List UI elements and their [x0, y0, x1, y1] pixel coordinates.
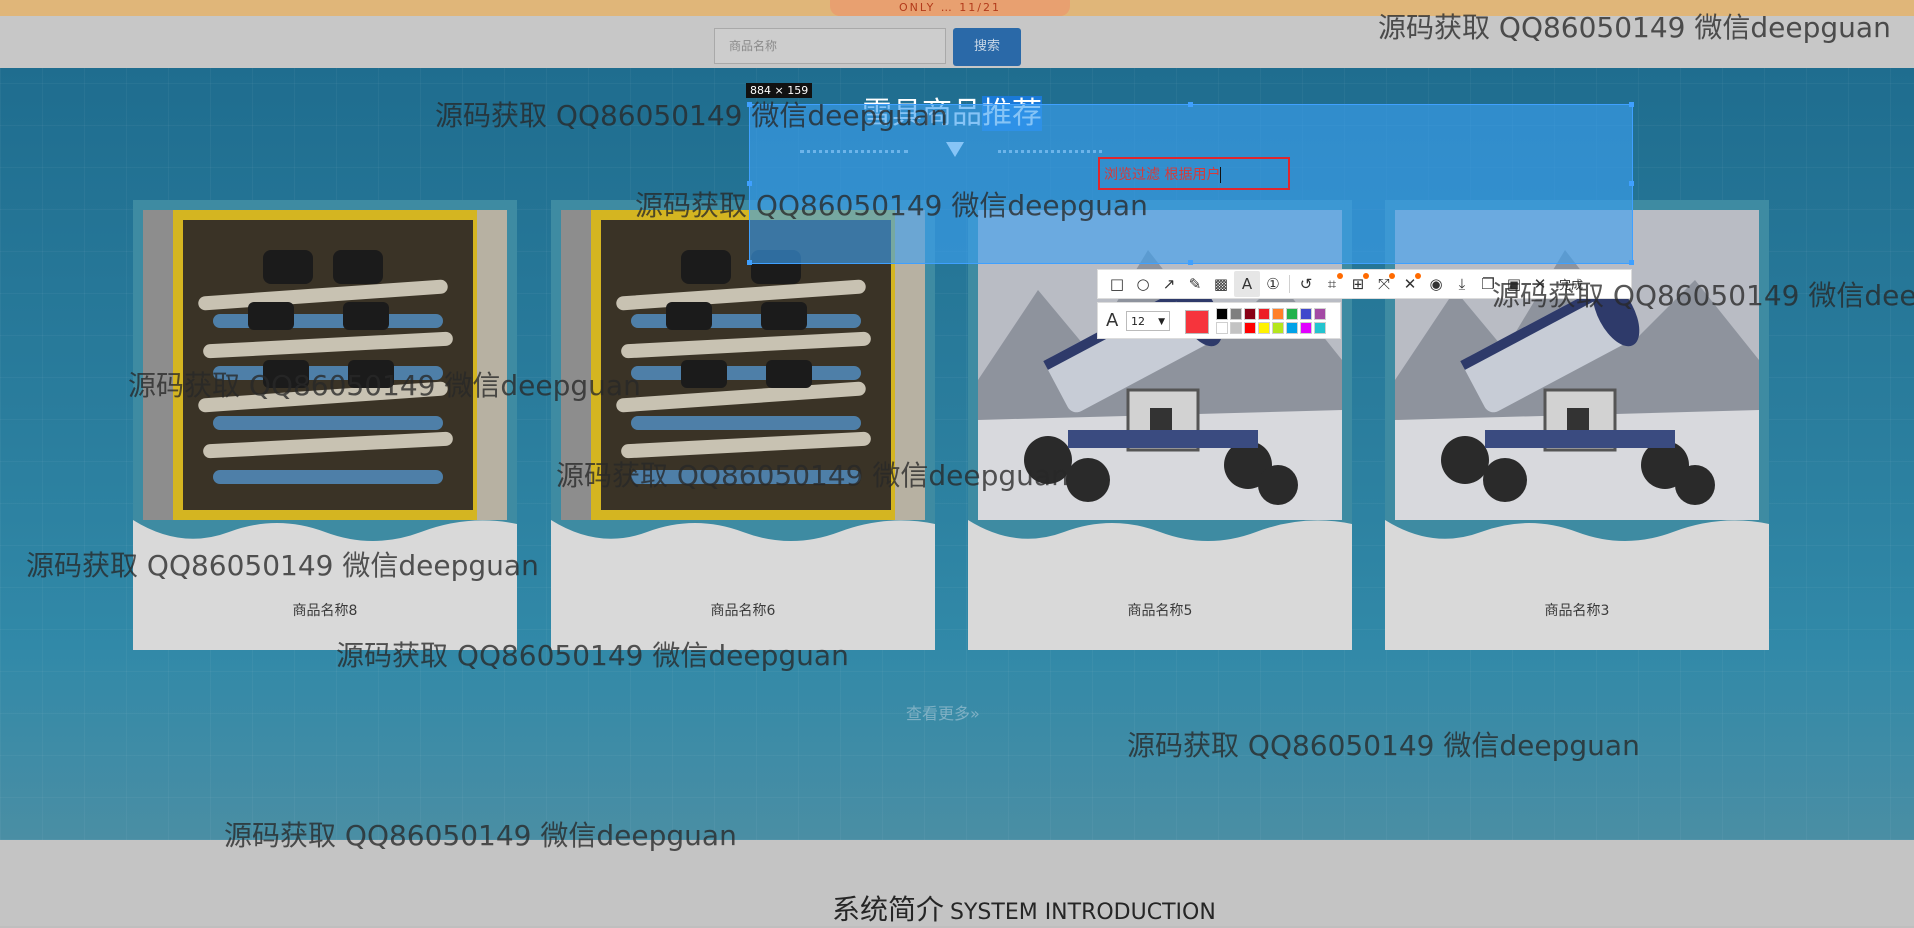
product-card[interactable]: 商品名称6: [551, 200, 935, 650]
product-name[interactable]: 商品名称5: [968, 600, 1352, 620]
translate-icon[interactable]: ⊞: [1345, 271, 1371, 297]
font-size-select[interactable]: 12 ▼: [1126, 311, 1170, 331]
system-intro-title-en: SYSTEM INTRODUCTION: [950, 900, 1216, 925]
product-card[interactable]: 商品名称5: [968, 200, 1352, 650]
current-color-swatch[interactable]: [1185, 310, 1209, 334]
new-badge-dot: [1337, 273, 1343, 279]
color-swatch[interactable]: [1286, 308, 1298, 320]
resize-handle-se[interactable]: [1629, 260, 1634, 265]
new-badge-dot: [1389, 273, 1395, 279]
color-swatch[interactable]: [1230, 308, 1242, 320]
chevron-down-icon: ▼: [1158, 317, 1165, 327]
pen-icon[interactable]: ✎: [1182, 271, 1208, 297]
search-button[interactable]: 搜索: [953, 28, 1021, 66]
color-swatch[interactable]: [1216, 308, 1228, 320]
screenshot-long-icon[interactable]: ⤧: [1371, 271, 1397, 297]
rectangle-icon[interactable]: □: [1104, 271, 1130, 297]
resize-handle-e[interactable]: [1629, 181, 1634, 186]
card-wave: [133, 520, 517, 570]
resize-handle-ne[interactable]: [1629, 102, 1634, 107]
undo-icon[interactable]: ↺: [1293, 271, 1319, 297]
new-badge-dot: [1415, 273, 1421, 279]
color-swatch[interactable]: [1314, 308, 1326, 320]
save-as-icon[interactable]: ▣: [1501, 271, 1527, 297]
font-size-value: 12: [1131, 315, 1145, 328]
view-more-link[interactable]: 查看更多»: [906, 700, 980, 724]
close-icon[interactable]: ✕: [1527, 271, 1553, 297]
resize-handle-w[interactable]: [747, 181, 752, 186]
color-swatch[interactable]: [1272, 308, 1284, 320]
resize-handle-n[interactable]: [1188, 102, 1193, 107]
text-annotation[interactable]: 浏览过滤 根据用户: [1104, 164, 1222, 184]
system-intro-title-cn: 系统简介: [832, 893, 945, 926]
resize-handle-nw[interactable]: [747, 102, 752, 107]
color-swatch[interactable]: [1230, 322, 1242, 334]
selection-size-label: 884 × 159: [746, 83, 813, 98]
ellipse-icon[interactable]: ○: [1130, 271, 1156, 297]
product-card[interactable]: 商品名称3: [1385, 200, 1769, 650]
card-wave: [968, 520, 1352, 570]
resize-handle-sw[interactable]: [747, 260, 752, 265]
text-caret: [1220, 167, 1222, 183]
serial-number-icon[interactable]: ①: [1260, 271, 1286, 297]
color-swatch[interactable]: [1244, 308, 1256, 320]
search-input[interactable]: 商品名称: [714, 28, 946, 64]
promo-badge: ONLY … 11/21: [830, 0, 1070, 16]
resize-handle-s[interactable]: [1188, 260, 1193, 265]
font-icon: A: [1106, 310, 1119, 331]
color-swatch[interactable]: [1244, 322, 1256, 334]
done-button[interactable]: 完成: [1559, 276, 1583, 293]
product-card[interactable]: 商品名称8: [133, 200, 517, 650]
product-name[interactable]: 商品名称3: [1385, 600, 1769, 620]
record-icon[interactable]: ◉: [1423, 271, 1449, 297]
system-intro-title: 系统简介 SYSTEM INTRODUCTION: [832, 888, 1216, 928]
color-swatch[interactable]: [1272, 322, 1284, 334]
ocr-icon[interactable]: ⌗: [1319, 271, 1345, 297]
mosaic-icon[interactable]: ▩: [1208, 271, 1234, 297]
search-bar: 商品名称 搜索: [0, 16, 1914, 68]
color-swatch[interactable]: [1300, 322, 1312, 334]
capture-toolbar: □ ○ ↗ ✎ ▩ A ① ↺ ⌗ ⊞ ⤧ ✕ ◉ ⤓ ❐ ▣ ✕ 完成: [1097, 269, 1632, 299]
arrow-icon[interactable]: ↗: [1156, 271, 1182, 297]
color-swatch[interactable]: [1258, 322, 1270, 334]
product-name[interactable]: 商品名称8: [133, 600, 517, 620]
product-image-snowboard-rack[interactable]: [143, 210, 507, 520]
save-icon[interactable]: ⤓: [1449, 271, 1475, 297]
toolbar-separator: [1289, 275, 1290, 293]
color-swatch[interactable]: [1300, 308, 1312, 320]
top-banner: ONLY … 11/21: [0, 0, 1914, 16]
text-style-panel: A 12 ▼: [1097, 302, 1341, 339]
color-swatch[interactable]: [1286, 322, 1298, 334]
color-swatch[interactable]: [1216, 322, 1228, 334]
text-icon[interactable]: A: [1234, 271, 1260, 297]
color-swatch[interactable]: [1258, 308, 1270, 320]
card-wave: [1385, 520, 1769, 570]
product-name[interactable]: 商品名称6: [551, 600, 935, 620]
pin-icon[interactable]: ✕: [1397, 271, 1423, 297]
text-annotation-content: 浏览过滤 根据用户: [1104, 167, 1221, 183]
copy-icon[interactable]: ❐: [1475, 271, 1501, 297]
card-wave: [551, 520, 935, 570]
new-badge-dot: [1363, 273, 1369, 279]
color-swatch[interactable]: [1314, 322, 1326, 334]
